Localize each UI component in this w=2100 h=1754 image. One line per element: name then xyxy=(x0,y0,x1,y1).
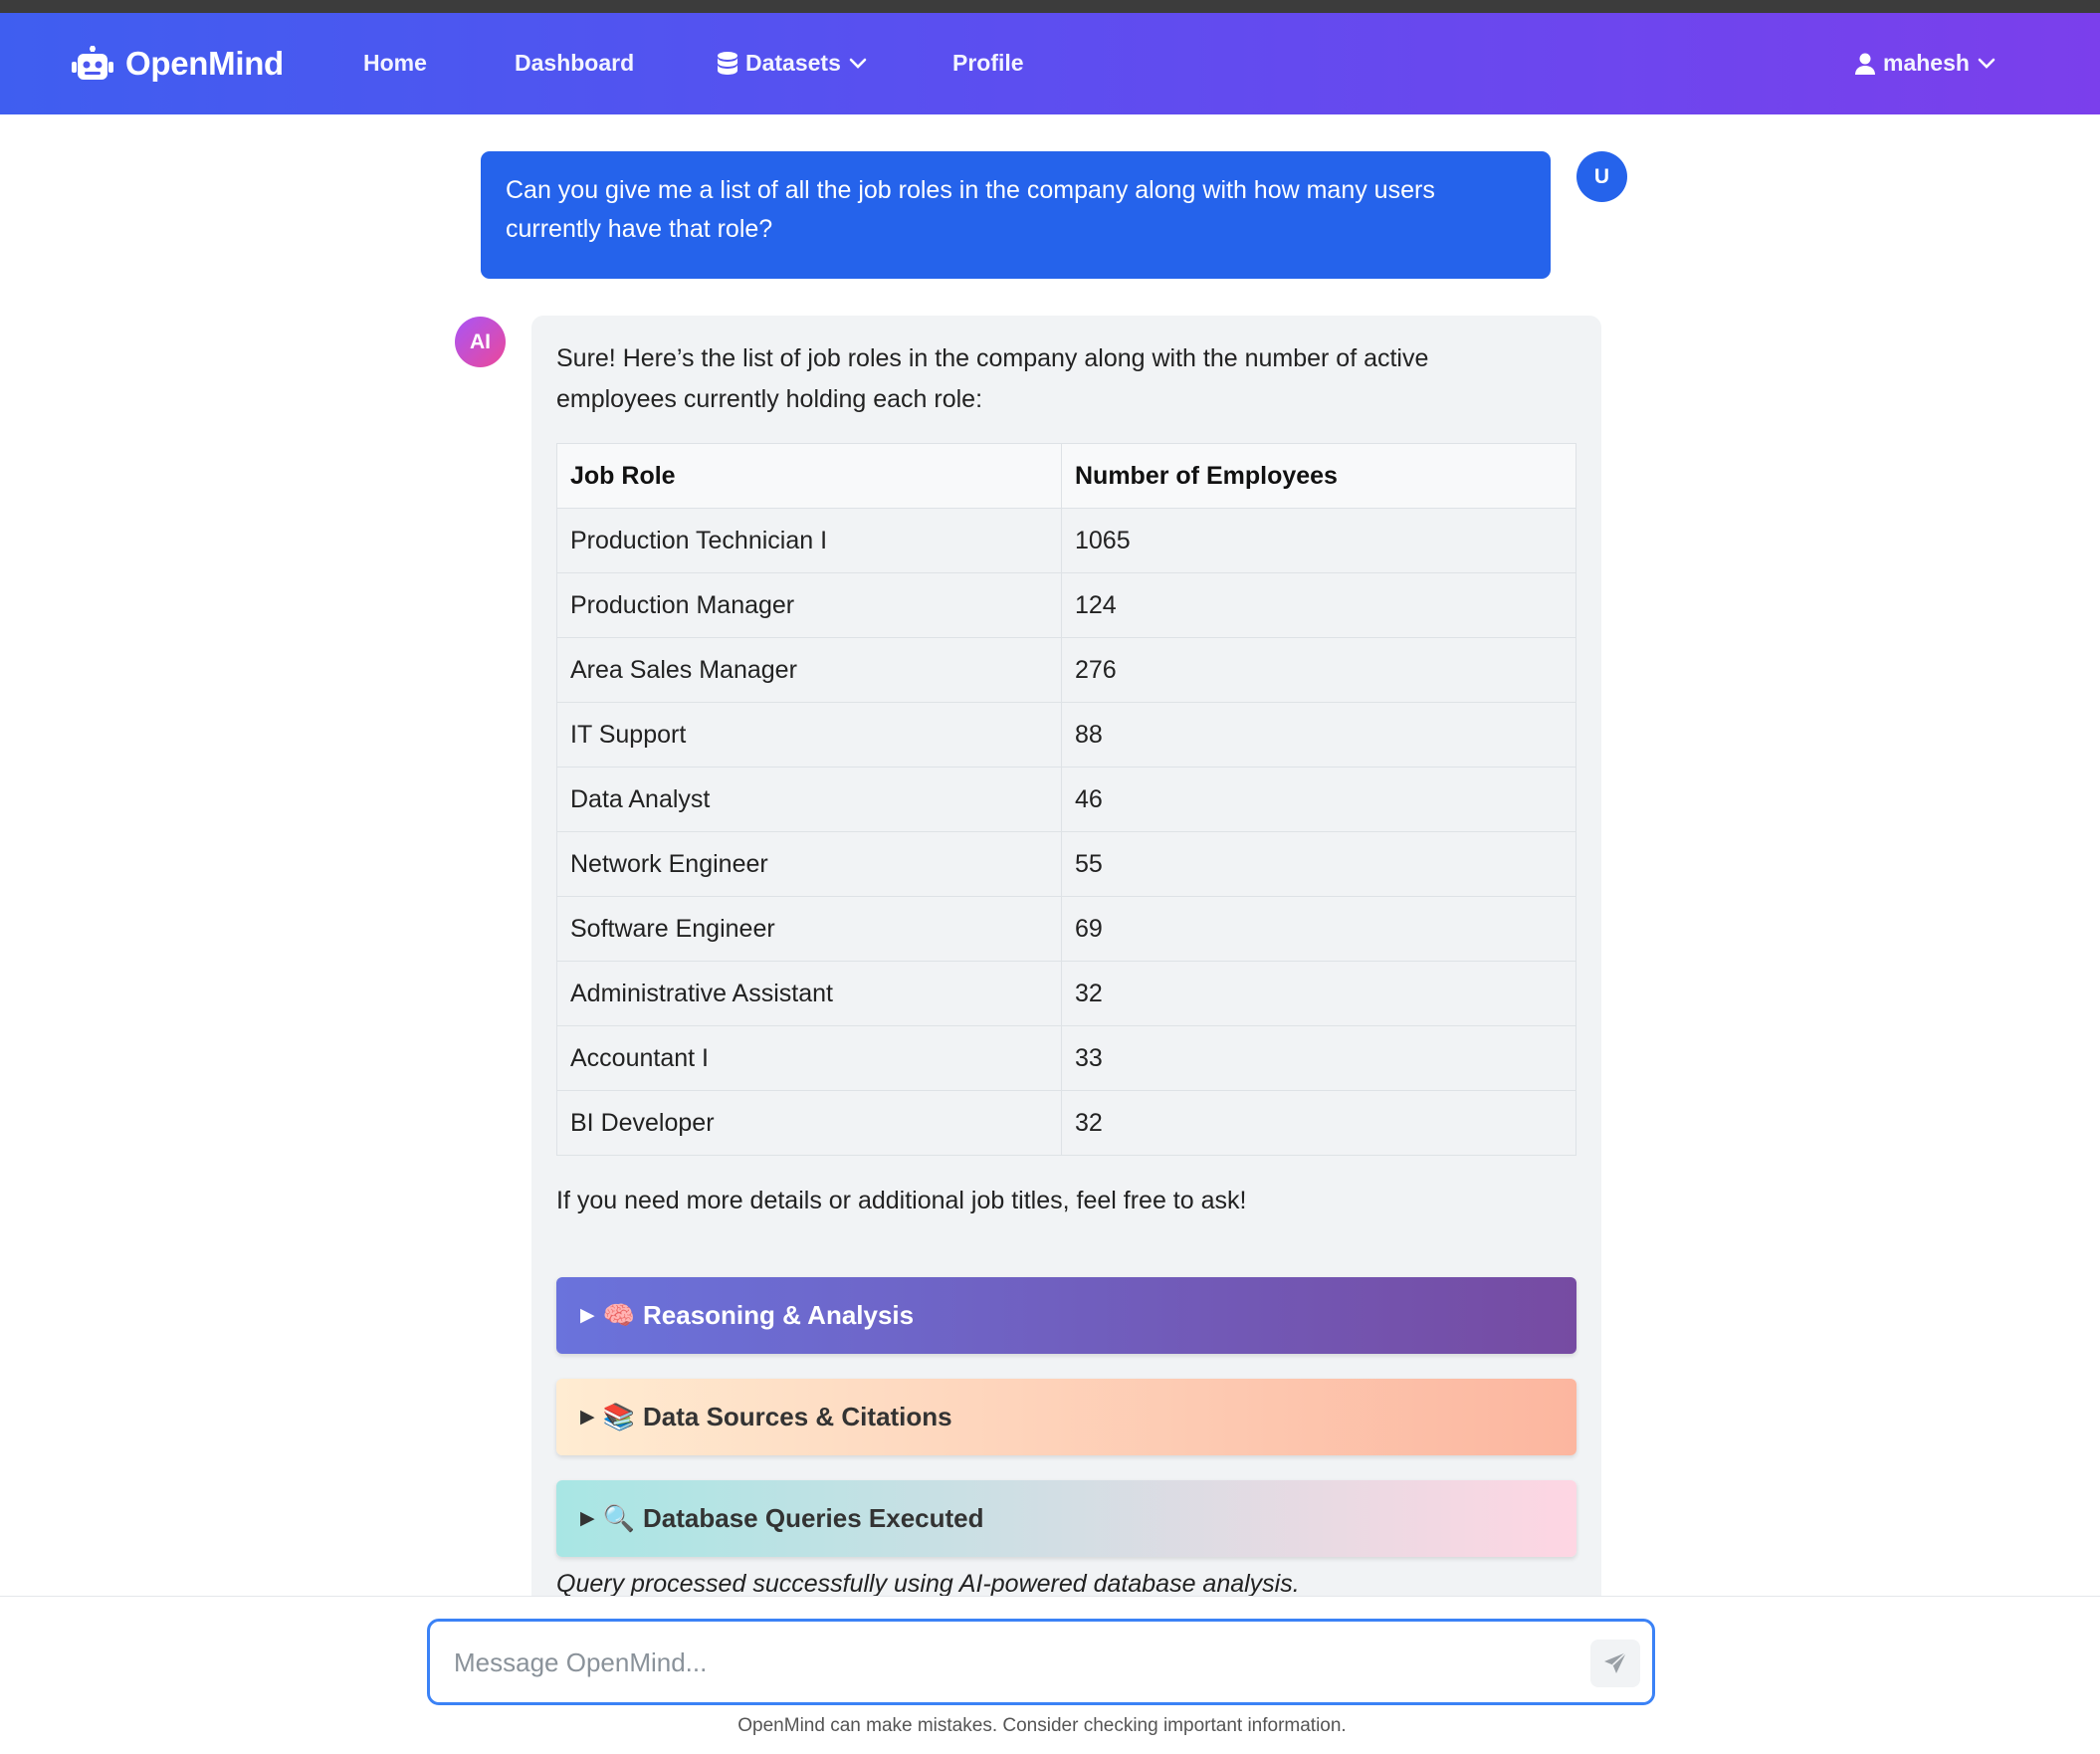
nav-datasets-dropdown[interactable]: Datasets xyxy=(718,50,867,77)
data-sources-toggle[interactable]: ▶ 📚 Data Sources & Citations xyxy=(556,1379,1576,1455)
expand-caret-icon: ▶ xyxy=(580,1407,595,1427)
composer-footer: OpenMind can make mistakes. Consider che… xyxy=(0,1596,2100,1754)
ai-outro-text: If you need more details or additional j… xyxy=(556,1187,1247,1214)
table-row: Data Analyst 46 xyxy=(556,767,1576,832)
user-menu-name: mahesh xyxy=(1883,50,1970,76)
job-role-cell: Accountant I xyxy=(556,1025,1062,1091)
ai-avatar: AI xyxy=(455,317,506,367)
employee-count-cell: 1065 xyxy=(1061,508,1576,573)
table-row: Area Sales Manager 276 xyxy=(556,637,1576,703)
magnifier-icon: 🔍 xyxy=(602,1503,635,1533)
brand-link[interactable]: OpenMind xyxy=(72,43,284,85)
user-icon xyxy=(1855,53,1875,75)
send-button[interactable] xyxy=(1590,1640,1640,1687)
nav-home[interactable]: Home xyxy=(363,50,427,77)
chat-area[interactable]: Can you give me a list of all the job ro… xyxy=(0,114,2100,1596)
nav-datasets-label: Datasets xyxy=(745,50,841,76)
chevron-down-icon xyxy=(1978,58,1995,69)
table-row: Production Technician I 1065 xyxy=(556,508,1576,573)
user-menu-dropdown[interactable]: mahesh xyxy=(1855,50,1995,77)
send-icon xyxy=(1604,1651,1627,1673)
employee-count-cell: 32 xyxy=(1061,961,1576,1026)
expand-caret-icon: ▶ xyxy=(580,1305,595,1326)
table-row: BI Developer 32 xyxy=(556,1090,1576,1156)
table-row: Network Engineer 55 xyxy=(556,831,1576,897)
chevron-down-icon xyxy=(849,58,867,69)
nav-dashboard[interactable]: Dashboard xyxy=(515,50,634,77)
robot-icon xyxy=(72,46,113,80)
data-sources-label: Data Sources & Citations xyxy=(643,1402,952,1431)
brand-name: OpenMind xyxy=(125,45,284,82)
job-role-cell: BI Developer xyxy=(556,1090,1062,1156)
job-role-cell: Data Analyst xyxy=(556,767,1062,832)
job-role-cell: Production Manager xyxy=(556,572,1062,638)
employee-count-cell: 32 xyxy=(1061,1090,1576,1156)
job-role-cell: Network Engineer xyxy=(556,831,1062,897)
employee-count-cell: 69 xyxy=(1061,896,1576,962)
table-row: Production Manager 124 xyxy=(556,572,1576,638)
table-row: IT Support 88 xyxy=(556,702,1576,767)
navbar: OpenMind Home Dashboard Datasets Profile… xyxy=(0,13,2100,114)
expand-caret-icon: ▶ xyxy=(580,1508,595,1529)
column-header-employees: Number of Employees xyxy=(1061,443,1576,509)
database-queries-label: Database Queries Executed xyxy=(643,1503,984,1533)
job-role-cell: Area Sales Manager xyxy=(556,637,1062,703)
job-role-cell: Production Technician I xyxy=(556,508,1062,573)
employee-count-cell: 33 xyxy=(1061,1025,1576,1091)
job-role-cell: Software Engineer xyxy=(556,896,1062,962)
employee-count-cell: 276 xyxy=(1061,637,1576,703)
reasoning-analysis-toggle[interactable]: ▶ 🧠 Reasoning & Analysis xyxy=(556,1277,1576,1354)
disclaimer-text: OpenMind can make mistakes. Consider che… xyxy=(737,1715,1347,1736)
column-header-job-role: Job Role xyxy=(556,443,1062,509)
table-row: Software Engineer 69 xyxy=(556,896,1576,962)
brain-icon: 🧠 xyxy=(602,1300,635,1330)
user-avatar: U xyxy=(1576,151,1627,202)
database-icon xyxy=(718,51,737,75)
ai-intro-text: Sure! Here’s the list of job roles in th… xyxy=(556,344,1429,413)
database-queries-toggle[interactable]: ▶ 🔍 Database Queries Executed xyxy=(556,1480,1576,1557)
job-roles-table: Job Role Number of Employees Production … xyxy=(556,443,1576,1156)
message-composer xyxy=(427,1619,1655,1705)
table-row: Accountant I 33 xyxy=(556,1025,1576,1091)
employee-count-cell: 46 xyxy=(1061,767,1576,832)
ai-message: Sure! Here’s the list of job roles in th… xyxy=(531,316,1601,1596)
status-note: Query processed successfully using AI-po… xyxy=(556,1570,1300,1596)
job-role-cell: Administrative Assistant xyxy=(556,961,1062,1026)
books-icon: 📚 xyxy=(602,1402,635,1431)
job-role-cell: IT Support xyxy=(556,702,1062,767)
employee-count-cell: 124 xyxy=(1061,572,1576,638)
table-row: Administrative Assistant 32 xyxy=(556,961,1576,1026)
reasoning-analysis-label: Reasoning & Analysis xyxy=(643,1300,915,1330)
employee-count-cell: 55 xyxy=(1061,831,1576,897)
message-input[interactable] xyxy=(454,1638,1549,1687)
table-header-row: Job Role Number of Employees xyxy=(556,443,1576,509)
window-top-strip xyxy=(0,0,2100,13)
nav-profile[interactable]: Profile xyxy=(952,50,1024,77)
user-message: Can you give me a list of all the job ro… xyxy=(481,151,1551,279)
employee-count-cell: 88 xyxy=(1061,702,1576,767)
